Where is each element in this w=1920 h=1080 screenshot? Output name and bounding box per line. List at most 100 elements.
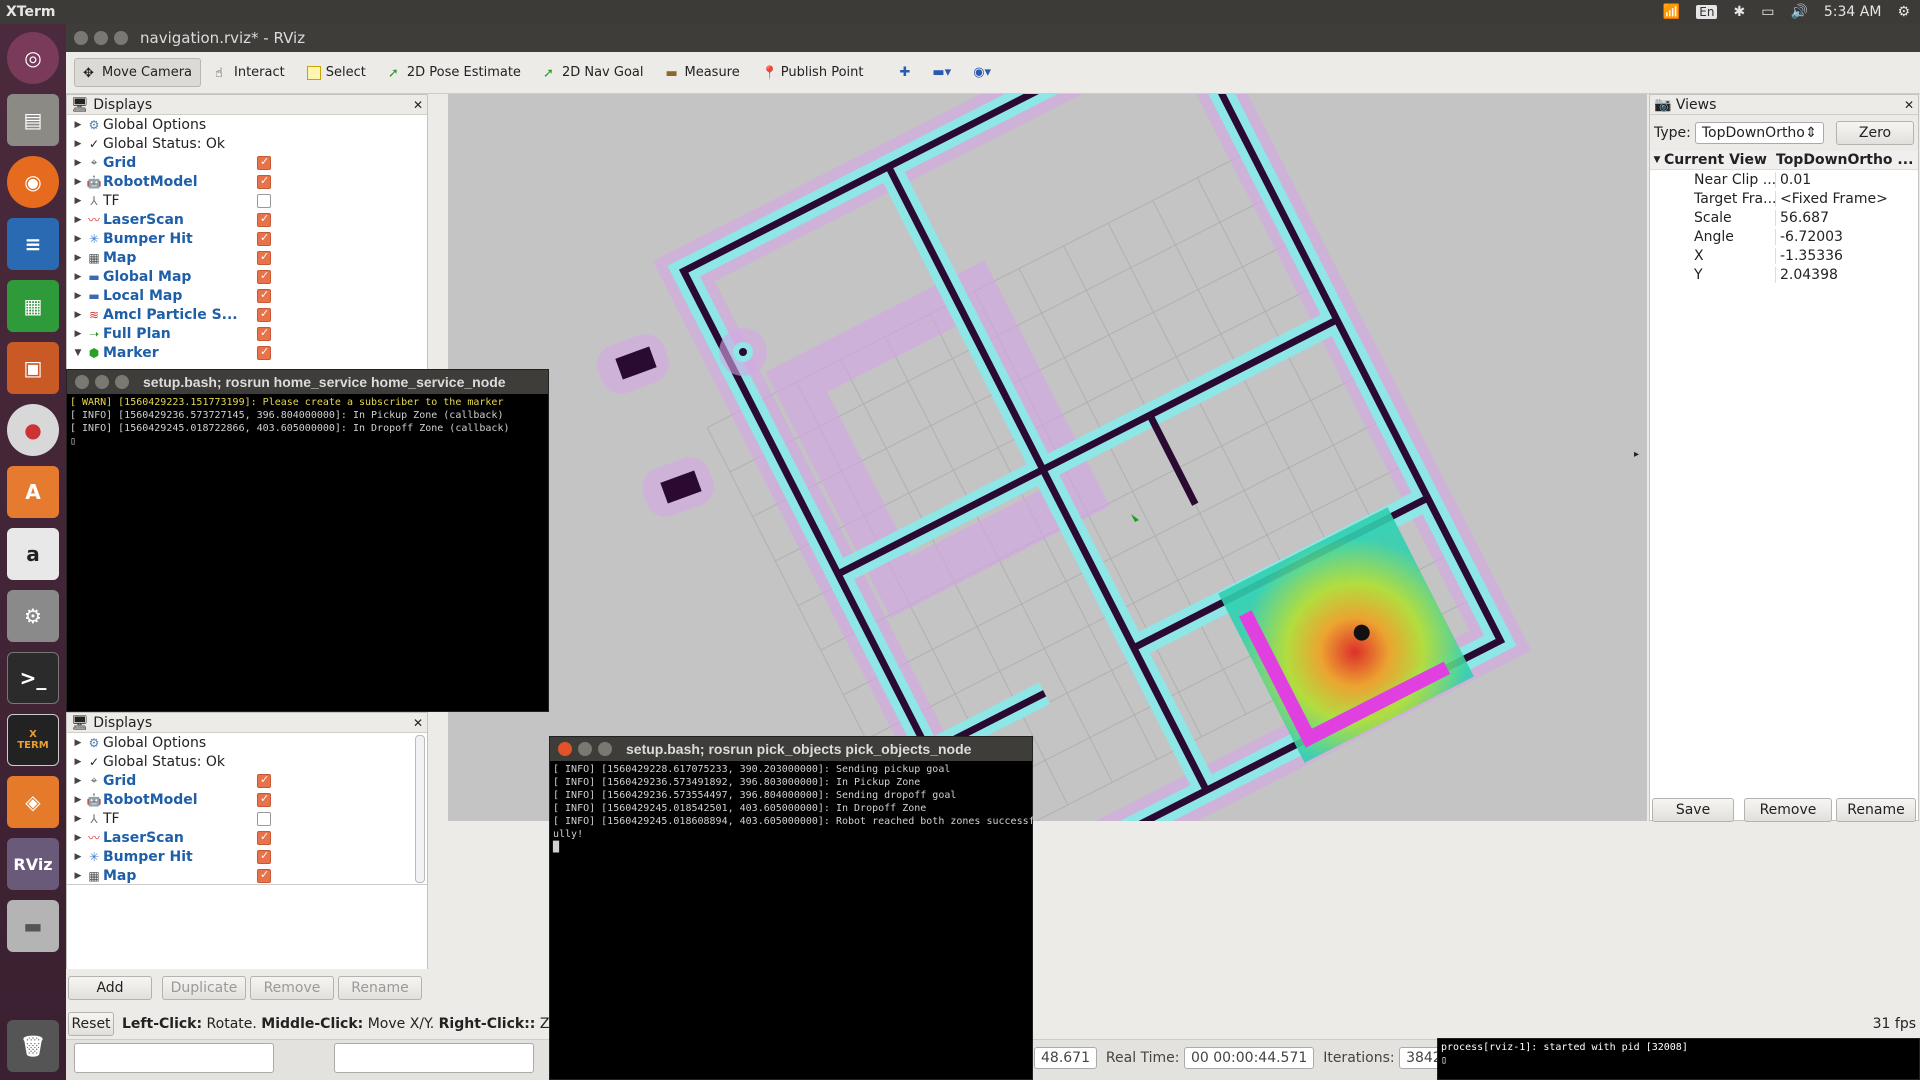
enable-checkbox[interactable] <box>257 155 271 170</box>
software-center-icon[interactable]: A <box>7 466 59 518</box>
enable-checkbox[interactable] <box>257 830 271 845</box>
add-display-button[interactable]: Add <box>68 976 152 1000</box>
view-property-value[interactable]: 2.04398 <box>1776 267 1838 283</box>
view-property-value[interactable]: -6.72003 <box>1776 229 1843 245</box>
display-item-global-map[interactable]: ▶ ▬ Global Map <box>71 267 427 286</box>
expand-arrow-icon[interactable]: ▶ <box>71 329 85 339</box>
display-item-global-options[interactable]: ▶ ⚙ Global Options <box>71 115 427 134</box>
expand-arrow-icon[interactable]: ▶ <box>71 215 85 225</box>
expand-arrow-icon[interactable]: ▶ <box>71 833 85 843</box>
terminal-roslaunch[interactable]: process[rviz-1]: started with pid [32008… <box>1437 1038 1920 1080</box>
enable-checkbox[interactable] <box>257 288 271 303</box>
select-tool[interactable]: Select <box>299 59 374 86</box>
view-eye-dropdown[interactable]: ◉▾ <box>965 59 999 86</box>
calc-icon[interactable]: ▦ <box>7 280 59 332</box>
firefox-icon[interactable]: ◉ <box>7 156 59 208</box>
chrome-icon[interactable]: ● <box>7 404 59 456</box>
pose-estimate-tool[interactable]: ➚ 2D Pose Estimate <box>380 59 529 86</box>
display-item-laserscan[interactable]: ▶ 〰 LaserScan <box>71 828 427 847</box>
close-window-button[interactable] <box>75 375 89 389</box>
display-item-grid[interactable]: ▶ ⌖ Grid <box>71 153 427 172</box>
zero-button[interactable]: Zero <box>1835 121 1914 145</box>
enable-checkbox[interactable] <box>257 307 271 322</box>
view-property-row[interactable]: Angle -6.72003 <box>1650 227 1918 246</box>
expand-arrow-icon[interactable]: ▶ <box>71 272 85 282</box>
rviz-icon[interactable]: RViz <box>7 838 59 890</box>
enable-checkbox[interactable] <box>257 792 271 807</box>
display-item-grid[interactable]: ▶ ⌖ Grid <box>71 771 427 790</box>
minimize-window-button[interactable] <box>578 742 592 756</box>
display-item-bumper-hit[interactable]: ▶ ✳ Bumper Hit <box>71 847 427 866</box>
view-property-row[interactable]: Y 2.04398 <box>1650 265 1918 284</box>
view-property-row[interactable]: Scale 56.687 <box>1650 208 1918 227</box>
close-panel-icon[interactable]: ✕ <box>413 716 423 730</box>
terminal-home-service[interactable]: setup.bash; rosrun home_service home_ser… <box>66 369 549 712</box>
display-item-map[interactable]: ▶ ▦ Map <box>71 248 427 267</box>
expand-arrow-icon[interactable]: ▶ <box>71 852 85 862</box>
display-item-marker[interactable]: ▼ ⬢ Marker <box>71 343 427 362</box>
add-tool-button[interactable]: ✚ <box>891 59 918 86</box>
remove-display-button[interactable]: Remove <box>250 976 334 1000</box>
remove-view-button[interactable]: Remove <box>1744 798 1832 822</box>
clock[interactable]: 5:34 AM <box>1824 4 1882 20</box>
writer-icon[interactable]: ≡ <box>7 218 59 270</box>
expand-arrow-icon[interactable]: ▶ <box>71 234 85 244</box>
nav-goal-tool[interactable]: ➚ 2D Nav Goal <box>535 59 652 86</box>
expand-arrow-icon[interactable]: ▶ <box>71 139 85 149</box>
keyboard-layout-indicator[interactable]: En <box>1696 5 1718 19</box>
publish-point-tool[interactable]: 📍 Publish Point <box>754 59 872 86</box>
expand-arrow-icon[interactable]: ▶ <box>71 196 85 206</box>
display-item-tf[interactable]: ▶ ⅄ TF <box>71 191 427 210</box>
display-item-global-status-ok[interactable]: ▶ ✓ Global Status: Ok <box>71 134 427 153</box>
view-property-row[interactable]: Near Clip ... 0.01 <box>1650 170 1918 189</box>
expand-arrow-icon[interactable]: ▶ <box>71 177 85 187</box>
enable-checkbox[interactable] <box>257 212 271 227</box>
expand-arrow-icon[interactable]: ▶ <box>71 738 85 748</box>
expand-arrow-icon[interactable]: ▶ <box>71 253 85 263</box>
drive-icon[interactable]: ▬ <box>7 900 59 952</box>
display-item-amcl-particle-s[interactable]: ▶ ≋ Amcl Particle S... <box>71 305 427 324</box>
minimize-window-button[interactable] <box>95 375 109 389</box>
view-property-value[interactable]: <Fixed Frame> <box>1776 191 1888 207</box>
display-item-robotmodel[interactable]: ▶ 🤖 RobotModel <box>71 790 427 809</box>
enable-checkbox[interactable] <box>257 326 271 341</box>
impress-icon[interactable]: ▣ <box>7 342 59 394</box>
enable-checkbox[interactable] <box>257 174 271 189</box>
enable-checkbox[interactable] <box>257 811 271 826</box>
view-type-select[interactable]: TopDownOrtho ⇕ <box>1694 122 1824 144</box>
settings-icon[interactable]: ⚙ <box>7 590 59 642</box>
duplicate-display-button[interactable]: Duplicate <box>162 976 246 1000</box>
enable-checkbox[interactable] <box>257 849 271 864</box>
enable-checkbox[interactable] <box>257 250 271 265</box>
expand-arrow-icon[interactable]: ▶ <box>71 310 85 320</box>
maximize-window-button[interactable] <box>598 742 612 756</box>
enable-checkbox[interactable] <box>257 345 271 360</box>
terminal-pick-objects[interactable]: setup.bash; rosrun pick_objects pick_obj… <box>549 736 1035 1080</box>
view-property-value[interactable]: 0.01 <box>1776 172 1811 188</box>
display-item-full-plan[interactable]: ▶ ➝ Full Plan <box>71 324 427 343</box>
volume-icon[interactable]: 🔊 <box>1790 4 1807 20</box>
expand-arrow-icon[interactable]: ▶ <box>71 871 85 881</box>
interact-tool[interactable]: ☝ Interact <box>207 59 293 86</box>
blender-icon[interactable]: ◈ <box>7 776 59 828</box>
power-gear-icon[interactable]: ⚙ <box>1897 4 1910 20</box>
reset-button[interactable]: Reset <box>68 1012 114 1036</box>
expand-arrow-icon[interactable]: ▶ <box>71 757 85 767</box>
expand-arrow-icon[interactable]: ▼ <box>71 348 85 358</box>
expand-arrow-icon[interactable]: ▶ <box>71 158 85 168</box>
display-item-bumper-hit[interactable]: ▶ ✳ Bumper Hit <box>71 229 427 248</box>
enable-checkbox[interactable] <box>257 868 271 883</box>
expand-arrow-icon[interactable]: ▶ <box>71 814 85 824</box>
terminal-icon[interactable]: >_ <box>7 652 59 704</box>
enable-checkbox[interactable] <box>257 773 271 788</box>
expand-arrow-icon[interactable]: ▶ <box>71 776 85 786</box>
collapse-panel-arrow[interactable]: ▸ <box>1634 449 1639 460</box>
rename-view-button[interactable]: Rename <box>1836 798 1916 822</box>
measure-tool[interactable]: ▬ Measure <box>657 59 747 86</box>
close-panel-icon[interactable]: ✕ <box>1904 98 1914 112</box>
expand-arrow-icon[interactable]: ▶ <box>71 291 85 301</box>
amazon-icon[interactable]: a <box>7 528 59 580</box>
view-property-row[interactable]: X -1.35336 <box>1650 246 1918 265</box>
display-item-global-options[interactable]: ▶ ⚙ Global Options <box>71 733 427 752</box>
close-panel-icon[interactable]: ✕ <box>413 98 423 112</box>
